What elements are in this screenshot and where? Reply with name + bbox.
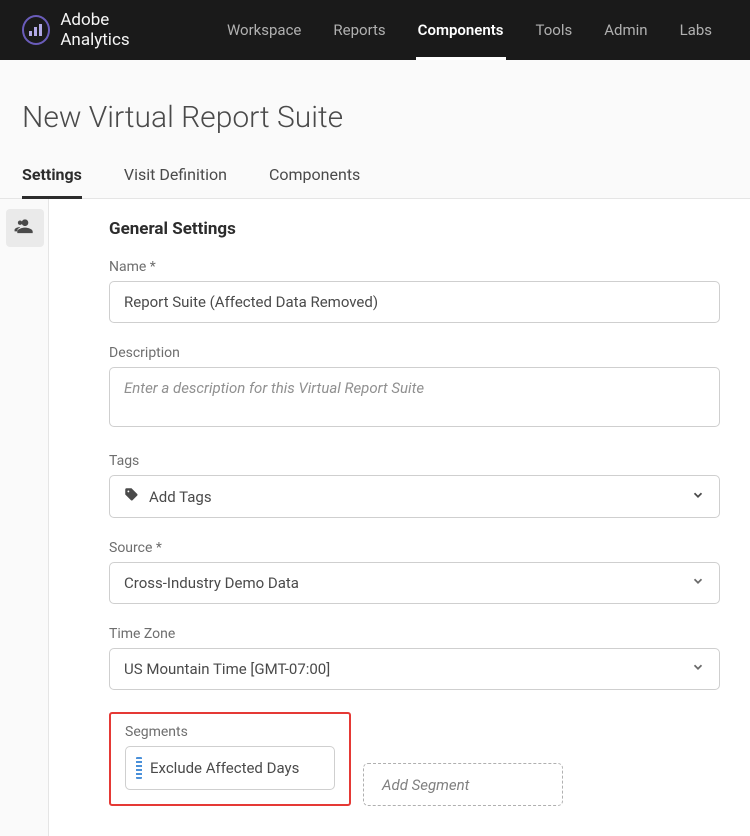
field-timezone: Time Zone US Mountain Time [GMT-07:00] [109, 626, 720, 690]
segment-name: Exclude Affected Days [150, 759, 299, 777]
name-input[interactable] [109, 281, 720, 323]
people-icon [14, 215, 36, 241]
segment-chip[interactable]: Exclude Affected Days [125, 746, 335, 790]
side-column [0, 199, 48, 836]
timezone-label: Time Zone [109, 626, 720, 642]
chevron-down-icon [691, 574, 705, 592]
section-title: General Settings [109, 219, 720, 239]
name-label: Name * [109, 259, 720, 275]
add-segment-placeholder: Add Segment [382, 776, 469, 794]
tab-settings[interactable]: Settings [22, 165, 82, 198]
field-description: Description [109, 345, 720, 431]
field-tags: Tags Add Tags [109, 453, 720, 518]
nav-admin[interactable]: Admin [588, 0, 663, 60]
nav-components[interactable]: Components [402, 0, 520, 60]
analytics-logo-icon [22, 15, 50, 45]
nav-items: Workspace Reports Components Tools Admin… [211, 0, 728, 60]
field-source: Source * Cross-Industry Demo Data [109, 540, 720, 604]
source-label: Source * [109, 540, 720, 556]
share-button[interactable] [6, 209, 44, 247]
segments-highlight-box: Segments Exclude Affected Days [109, 712, 351, 806]
description-input[interactable] [109, 367, 720, 427]
main-panel: General Settings Name * Description Tags… [48, 199, 750, 836]
segments-label: Segments [125, 724, 335, 740]
tab-components[interactable]: Components [269, 165, 360, 198]
chevron-down-icon [691, 660, 705, 678]
tabs-bar: Settings Visit Definition Components [0, 165, 750, 199]
source-value: Cross-Industry Demo Data [124, 574, 299, 592]
nav-labs[interactable]: Labs [664, 0, 728, 60]
product-name: Adobe Analytics [60, 10, 175, 50]
tag-icon [124, 487, 139, 506]
chevron-down-icon [691, 488, 705, 506]
product-logo-wrap[interactable]: Adobe Analytics [22, 10, 175, 50]
tags-dropdown[interactable]: Add Tags [109, 475, 720, 518]
drag-handle-icon[interactable] [136, 757, 142, 779]
tags-placeholder: Add Tags [149, 488, 212, 506]
description-label: Description [109, 345, 720, 361]
page-title: New Virtual Report Suite [0, 60, 750, 165]
content-area: General Settings Name * Description Tags… [0, 199, 750, 836]
segments-row: Segments Exclude Affected Days Add Segme… [109, 712, 720, 806]
source-dropdown[interactable]: Cross-Industry Demo Data [109, 562, 720, 604]
add-segment-dropzone[interactable]: Add Segment [363, 763, 563, 806]
tags-label: Tags [109, 453, 720, 469]
timezone-dropdown[interactable]: US Mountain Time [GMT-07:00] [109, 648, 720, 690]
timezone-value: US Mountain Time [GMT-07:00] [124, 660, 330, 678]
top-nav: Adobe Analytics Workspace Reports Compon… [0, 0, 750, 60]
nav-workspace[interactable]: Workspace [211, 0, 317, 60]
nav-tools[interactable]: Tools [520, 0, 589, 60]
field-name: Name * [109, 259, 720, 323]
tab-visit-definition[interactable]: Visit Definition [124, 165, 227, 198]
nav-reports[interactable]: Reports [317, 0, 401, 60]
